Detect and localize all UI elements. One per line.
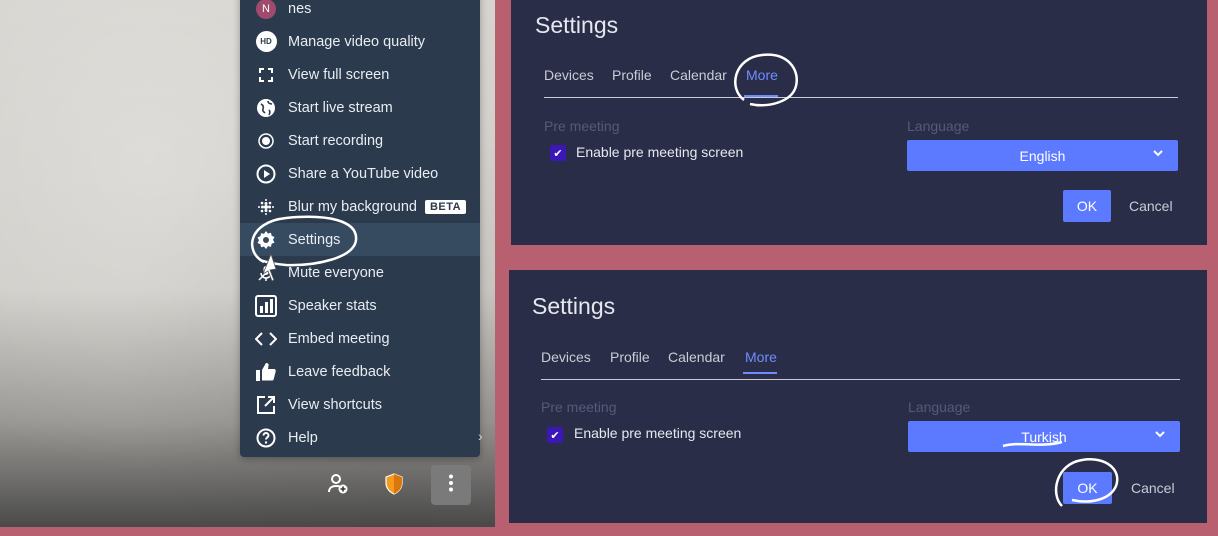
menu-item-label: nes (288, 0, 312, 17)
language-value: Turkish (1021, 428, 1067, 445)
cancel-button[interactable]: Cancel (1129, 198, 1173, 214)
pre-meeting-label: Pre meeting (544, 118, 620, 134)
menu-item-label: View shortcuts (288, 396, 383, 413)
beta-badge: BETA (424, 199, 467, 214)
menu-item-label: Speaker stats (288, 297, 377, 314)
menu-item-manage-video-quality[interactable]: HD Manage video quality (240, 25, 480, 58)
settings-dialog-1: Settings Devices Profile Calendar More P… (511, 0, 1207, 245)
tab-devices[interactable]: Devices (541, 349, 591, 365)
tab-more[interactable]: More (746, 67, 778, 83)
more-actions-button[interactable] (431, 465, 471, 505)
more-actions-icon (448, 474, 454, 497)
blur-icon (255, 196, 277, 218)
fullscreen-icon (255, 64, 277, 86)
menu-item-label: Settings (288, 231, 341, 248)
menu-item-label: Start live stream (288, 99, 393, 116)
tab-calendar[interactable]: Calendar (670, 67, 727, 83)
settings-tabs: Devices Profile Calendar More (541, 349, 1180, 380)
menu-item-label: Mute everyone (288, 264, 384, 281)
menu-item-label: View full screen (288, 66, 390, 83)
tab-more[interactable]: More (745, 349, 777, 365)
tab-devices[interactable]: Devices (544, 67, 594, 83)
thumbs-up-icon (255, 361, 277, 383)
menu-item-mute-everyone[interactable]: Mute everyone (240, 256, 480, 289)
tab-profile[interactable]: Profile (612, 67, 652, 83)
settings-tabs: Devices Profile Calendar More (544, 67, 1178, 98)
menu-item-label: Share a YouTube video (288, 165, 439, 182)
dialog-title: Settings (535, 12, 619, 38)
menu-item-share-youtube[interactable]: Share a YouTube video (240, 157, 480, 190)
external-icon (255, 394, 277, 416)
menu-item-label: Manage video quality (288, 33, 426, 50)
dialog-title: Settings (532, 293, 616, 319)
language-select[interactable]: Turkish (908, 421, 1180, 452)
tab-calendar[interactable]: Calendar (668, 349, 725, 365)
pre-meeting-label: Pre meeting (541, 399, 617, 415)
menu-item-leave-feedback[interactable]: Leave feedback (240, 355, 480, 388)
active-tab-indicator (744, 95, 778, 97)
hd-icon: HD (255, 31, 277, 53)
menu-item-start-recording[interactable]: Start recording (240, 124, 480, 157)
more-actions-menu: N nes HD Manage video quality View full … (240, 0, 480, 457)
help-icon (255, 427, 277, 449)
settings-dialog-2: Settings Devices Profile Calendar More P… (509, 270, 1207, 523)
code-icon (255, 328, 277, 350)
mic-off-icon (255, 262, 277, 284)
gear-icon (255, 229, 277, 251)
active-tab-indicator (743, 372, 777, 374)
menu-item-help[interactable]: Help (240, 421, 480, 454)
menu-item-label: Start recording (288, 132, 384, 149)
security-options-button[interactable] (374, 466, 414, 506)
chevron-down-icon (1152, 147, 1164, 162)
bar-chart-icon (255, 294, 277, 317)
menu-item-profile[interactable]: N nes (240, 0, 480, 25)
security-shield-icon (384, 472, 404, 500)
menu-item-settings[interactable]: Settings (240, 223, 480, 256)
menu-item-start-live-stream[interactable]: Start live stream (240, 91, 480, 124)
cancel-button[interactable]: Cancel (1131, 480, 1175, 496)
menu-item-blur-background[interactable]: Blur my background BETA (240, 190, 480, 223)
ok-button[interactable]: OK (1063, 190, 1111, 222)
checkmark-icon: ✔ (553, 147, 563, 160)
checkbox-label: Enable pre meeting screen (574, 425, 742, 441)
menu-item-label: Leave feedback (288, 363, 391, 380)
chevron-down-icon (1154, 428, 1166, 443)
invite-people-button[interactable] (318, 466, 358, 506)
globe-icon (255, 97, 277, 119)
language-value: English (1019, 147, 1066, 164)
checkbox-label: Enable pre meeting screen (576, 144, 744, 160)
ok-button[interactable]: OK (1063, 472, 1112, 504)
tab-profile[interactable]: Profile (610, 349, 650, 365)
menu-item-speaker-stats[interactable]: Speaker stats (240, 289, 480, 322)
pre-meeting-checkbox[interactable]: ✔ (550, 145, 566, 161)
menu-item-view-shortcuts[interactable]: View shortcuts (240, 388, 480, 421)
play-circle-icon (255, 163, 277, 185)
language-label: Language (907, 118, 970, 134)
menu-item-label: Embed meeting (288, 330, 390, 347)
avatar: N (255, 0, 277, 20)
menu-item-label: Blur my background (288, 198, 417, 215)
pre-meeting-checkbox[interactable]: ✔ (547, 427, 563, 443)
checkmark-icon: ✔ (550, 429, 560, 442)
menu-item-view-full-screen[interactable]: View full screen (240, 58, 480, 91)
menu-item-label: Help (288, 429, 318, 446)
record-icon (255, 130, 277, 152)
language-label: Language (908, 399, 971, 415)
menu-item-embed-meeting[interactable]: Embed meeting (240, 322, 480, 355)
chevron-right-icon: › (478, 428, 483, 444)
invite-people-icon (327, 473, 349, 500)
language-select[interactable]: English (907, 140, 1178, 171)
